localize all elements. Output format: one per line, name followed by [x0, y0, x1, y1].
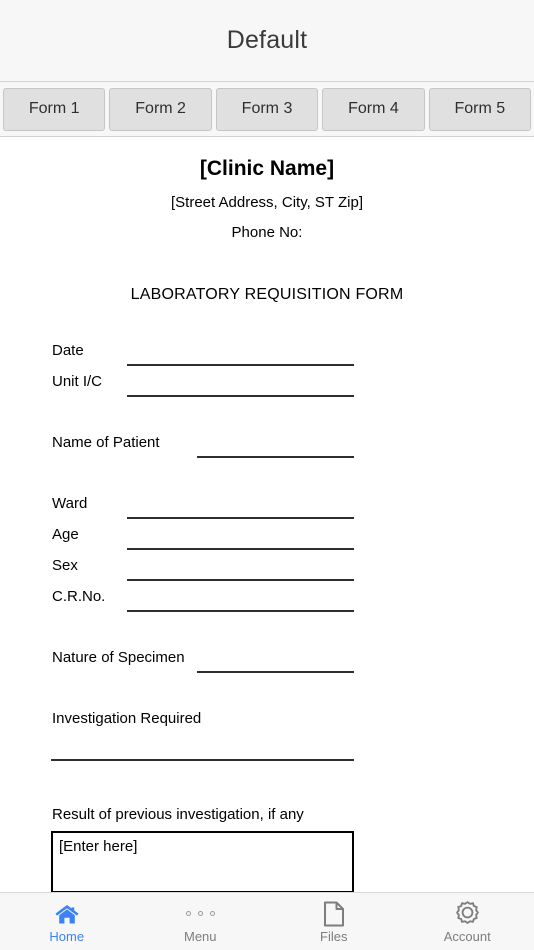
nav-item-menu[interactable]: Menu [134, 893, 268, 950]
field-sex: Sex [0, 557, 534, 588]
field-nature-of-specimen: Nature of Specimen [0, 649, 534, 680]
field-investigation-required: Investigation Required [0, 710, 534, 768]
field-label-age: Age [52, 526, 79, 543]
tab-form-2[interactable]: Form 2 [109, 87, 212, 131]
field-input-sex[interactable] [127, 579, 354, 581]
clinic-phone: Phone No: [231, 224, 303, 241]
nav-label-home: Home [49, 928, 85, 944]
field-input-name-of-patient[interactable] [197, 456, 354, 458]
nav-item-home[interactable]: Home [0, 893, 134, 950]
field-label-ward: Ward [52, 495, 88, 512]
field-label-investigation-required: Investigation Required [52, 710, 202, 727]
app-root: Default Form 1 Form 2 Form 3 Form 4 Form… [0, 0, 534, 950]
tab-form-5[interactable]: Form 5 [428, 87, 532, 131]
field-label-name-of-patient: Name of Patient [52, 434, 160, 451]
field-input-ward[interactable] [127, 517, 354, 519]
field-input-date[interactable] [127, 364, 354, 366]
field-input-nature-of-specimen[interactable] [197, 671, 354, 673]
clinic-address: [Street Address, City, ST Zip] [170, 194, 363, 211]
nav-item-files[interactable]: Files [267, 893, 401, 950]
form-tab-strip: Form 1 Form 2 Form 3 Form 4 Form 5 [0, 82, 534, 137]
field-unit-ic: Unit I/C [0, 373, 534, 404]
field-label-date: Date [52, 342, 84, 359]
home-icon [54, 901, 80, 927]
field-label-result-previous: Result of previous investigation, if any [52, 806, 304, 823]
dots-icon [185, 901, 215, 927]
nav-label-files: Files [320, 928, 348, 944]
nav-item-account[interactable]: Account [401, 893, 534, 950]
form-scroll-area[interactable]: [Clinic Name] [Street Address, City, ST … [0, 137, 534, 950]
field-label-cr-no: C.R.No. [52, 588, 106, 605]
form-fields: Date Unit I/C Name of Patient Ward Age S… [0, 342, 534, 893]
field-input-age[interactable] [127, 548, 354, 550]
tab-form-4[interactable]: Form 4 [322, 87, 425, 131]
field-label-nature-of-specimen: Nature of Specimen [52, 649, 185, 666]
field-age: Age [0, 526, 534, 557]
dot-1 [185, 911, 191, 916]
field-label-sex: Sex [52, 557, 78, 574]
nav-label-menu: Menu [183, 928, 217, 944]
clinic-name: [Clinic Name] [199, 157, 335, 180]
page-title: Default [226, 26, 308, 54]
field-input-unit-ic[interactable] [127, 395, 354, 397]
field-input-cr-no[interactable] [127, 610, 354, 612]
dot-3 [209, 911, 215, 916]
tab-form-1[interactable]: Form 1 [3, 87, 106, 131]
field-name-of-patient: Name of Patient [0, 434, 534, 465]
gear-icon [454, 901, 481, 927]
field-input-investigation-required[interactable] [51, 759, 354, 761]
field-cr-no: C.R.No. [0, 588, 534, 619]
field-input-result-previous[interactable]: [Enter here] [51, 831, 354, 893]
file-icon [323, 901, 345, 927]
dot-2 [197, 911, 203, 916]
field-ward: Ward [0, 495, 534, 526]
title-bar: Default [0, 0, 534, 82]
laboratory-requisition-form: [Clinic Name] [Street Address, City, ST … [0, 137, 534, 893]
form-heading: LABORATORY REQUISITION FORM [130, 286, 404, 303]
field-label-unit-ic: Unit I/C [52, 373, 103, 390]
field-date: Date [0, 342, 534, 373]
nav-label-account: Account [443, 928, 491, 944]
tab-form-3[interactable]: Form 3 [215, 87, 319, 131]
bottom-navigation-bar: Home Menu Files Account [0, 892, 534, 950]
